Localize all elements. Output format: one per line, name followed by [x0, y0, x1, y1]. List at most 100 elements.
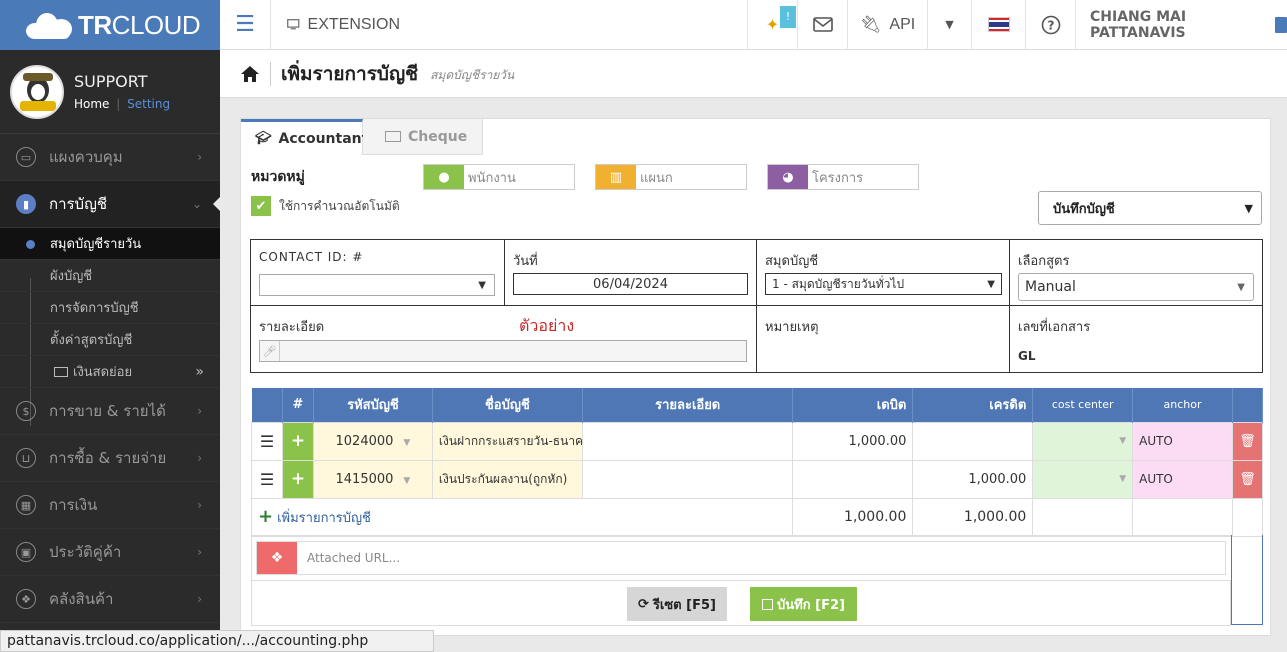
sidebar-item-sales[interactable]: $ การขาย & รายได้ › — [0, 388, 220, 435]
chevron-down-icon: ▼ — [403, 475, 411, 486]
profile-name: SUPPORT — [74, 72, 148, 91]
attachment-input[interactable]: ❖ Attached URL... — [256, 541, 1226, 575]
credit-input[interactable]: 1,000.00 — [912, 459, 1034, 499]
chevron-right-icon: › — [197, 404, 202, 418]
debit-input[interactable] — [792, 459, 914, 499]
sidebar-item-dashboard[interactable]: ▭ แผงควบคุม › — [0, 134, 220, 181]
envelope-icon — [812, 17, 833, 32]
setting-link[interactable]: Setting — [127, 97, 170, 111]
contact-select[interactable]: ▼ — [259, 274, 495, 296]
add-row-button[interactable]: + — [281, 459, 314, 499]
language-thai-flag-icon[interactable] — [971, 0, 1025, 50]
sidebar-sub-petty-cash[interactable]: เงินสดย่อย » — [0, 356, 220, 388]
account-name-cell: เงินฝากกระแสรายวัน-ธนาค — [431, 421, 583, 461]
table-header: # รหัสบัญชี ชื่อบัญชี รายละเอียด เดบิต เ… — [251, 388, 1264, 422]
journal-lines-table: # รหัสบัญชี ชื่อบัญชี รายละเอียด เดบิต เ… — [250, 388, 1264, 537]
journal-info-grid: CONTACT ID: # ▼ วันที่ 06/04/2024 สมุดบั… — [250, 239, 1263, 373]
row-detail-input[interactable] — [581, 459, 794, 499]
docno-cell: เลขที่เอกสาร GL — [1018, 320, 1091, 363]
credit-input[interactable] — [912, 421, 1034, 461]
cost-center-select[interactable]: ▼ — [1032, 421, 1134, 461]
sidebar-item-accounting[interactable]: ▮ การบัญชี ⌄ — [0, 181, 220, 228]
company-selector[interactable]: CHIANG MAI PATTANAVIS — [1075, 0, 1287, 50]
notification-button[interactable]: ✦ ! — [747, 0, 797, 50]
sidebar: SUPPORT Home | Setting ▭ แผงควบคุม › ▮ ก… — [0, 50, 220, 652]
chevron-right-icon: › — [197, 451, 202, 465]
add-row-button[interactable]: + — [281, 421, 314, 461]
chevron-down-icon: ⌄ — [191, 197, 202, 211]
help-question-icon[interactable]: ? — [1025, 0, 1075, 50]
anchor-cell[interactable]: AUTO — [1132, 459, 1233, 499]
extension-button[interactable]: EXTENSION — [270, 0, 400, 50]
example-label: ตัวอย่าง — [519, 316, 575, 335]
building-icon: ▥ — [596, 165, 636, 189]
sidebar-item-inventory[interactable]: ❖ คลังสินค้า › — [0, 576, 220, 623]
drag-handle-icon[interactable]: ☰ — [251, 459, 283, 499]
sidebar-item-customers[interactable]: ▣ ประวัติคู่ค้า › — [0, 529, 220, 576]
sidebar-item-purchase[interactable]: ⊔ การซื้อ & รายจ่าย › — [0, 435, 220, 482]
trash-icon[interactable]: 🗑︎ — [1231, 459, 1264, 499]
formula-select[interactable]: Manual ▼ — [1018, 273, 1254, 301]
chevron-down-icon: ▼ — [1237, 281, 1245, 293]
checkbox-checked-icon[interactable]: ✔ — [251, 196, 271, 216]
detail-input[interactable]: 🎤︎ — [259, 340, 747, 362]
account-name-cell: เงินประกันผลงาน(ถูกหัก) — [431, 459, 583, 499]
department-field[interactable]: ▥ แผนก — [595, 164, 747, 190]
party-popper-icon: ✦ — [765, 15, 780, 34]
pie-chart-icon: ◕ — [768, 165, 808, 189]
date-input[interactable]: 06/04/2024 — [513, 273, 748, 295]
trash-icon[interactable]: 🗑︎ — [1231, 421, 1264, 461]
project-field[interactable]: ◕ โครงการ — [767, 164, 919, 190]
tab-cheque[interactable]: Cheque — [363, 119, 483, 155]
drag-handle-icon[interactable]: ☰ — [251, 421, 283, 461]
money-bill-icon — [385, 131, 401, 142]
detail-cell: รายละเอียด ตัวอย่าง 🎤︎ — [251, 306, 757, 373]
graduation-cap-icon: 🎓︎ — [255, 131, 272, 146]
calendar-icon: ▦ — [16, 495, 36, 515]
sidebar-sub-chart-of-accounts[interactable]: ผังบัญชี — [0, 260, 220, 292]
brand-logo[interactable]: TRCLOUD — [0, 0, 220, 50]
sidebar-item-finance[interactable]: ▦ การเงิน › — [0, 482, 220, 529]
mail-button[interactable] — [797, 0, 847, 50]
api-button[interactable]: 🔌︎ API — [847, 0, 927, 50]
cost-center-select[interactable]: ▼ — [1032, 459, 1134, 499]
sidebar-sub-formula-settings[interactable]: ตั้งค่าสูตรบัญชี — [0, 324, 220, 356]
reset-button[interactable]: ⟳ รีเซต [F5] — [627, 587, 727, 621]
tab-accountant[interactable]: 🎓︎ Accountant — [241, 119, 368, 155]
chevron-down-icon[interactable]: ▼ — [927, 0, 971, 50]
chevron-right-icon: › — [197, 150, 202, 164]
home-link[interactable]: Home — [74, 97, 109, 111]
hamburger-menu-icon[interactable]: ☰ — [220, 0, 270, 50]
save-mode-select[interactable]: บันทึกบัญชี ▼ — [1038, 191, 1262, 225]
totals-row: + เพิ่มรายการบัญชี 1,000.00 1,000.00 — [250, 497, 1264, 537]
account-code-select[interactable]: 1024000 ▼ — [312, 421, 433, 461]
microphone-icon[interactable]: 🎤︎ — [260, 341, 280, 361]
building-icon — [1275, 16, 1287, 33]
anchor-cell[interactable]: AUTO — [1132, 421, 1233, 461]
dropbox-icon[interactable]: ❖ — [257, 542, 297, 574]
notification-badge: ! — [780, 5, 796, 28]
action-bar — [251, 581, 1231, 626]
total-debit: 1,000.00 — [792, 497, 914, 537]
right-border-line — [1231, 535, 1263, 625]
svg-text:?: ? — [1047, 18, 1054, 32]
monitor-icon — [287, 19, 300, 30]
home-icon[interactable] — [240, 65, 260, 83]
chevron-down-icon: ▼ — [1119, 436, 1127, 446]
page-title: เพิ่มรายการบัญชี — [281, 62, 419, 85]
journal-select[interactable]: 1 - สมุดบัญชีรายวันทั่วไป ▼ — [765, 273, 1002, 295]
chevron-down-icon: ▼ — [1119, 474, 1127, 484]
auto-calc-checkbox-row[interactable]: ✔ ใช้การคำนวณอัตโนมัติ — [251, 196, 400, 216]
dollar-icon: $ — [16, 401, 36, 421]
account-code-select[interactable]: 1415000 ▼ — [312, 459, 433, 499]
row-detail-input[interactable] — [581, 421, 794, 461]
debit-input[interactable]: 1,000.00 — [792, 421, 914, 461]
sidebar-sub-account-management[interactable]: การจัดการบัญชี — [0, 292, 220, 324]
sidebar-sub-journal[interactable]: สมุดบัญชีรายวัน — [0, 228, 220, 260]
employee-field[interactable]: ● พนักงาน — [423, 164, 575, 190]
user-icon: ● — [424, 165, 464, 189]
avatar[interactable] — [10, 64, 64, 119]
add-line-button[interactable]: + เพิ่มรายการบัญชี — [258, 506, 371, 527]
save-button[interactable]: บันทึก [F2] — [750, 587, 857, 621]
brand-name: TRCLOUD — [78, 9, 201, 40]
